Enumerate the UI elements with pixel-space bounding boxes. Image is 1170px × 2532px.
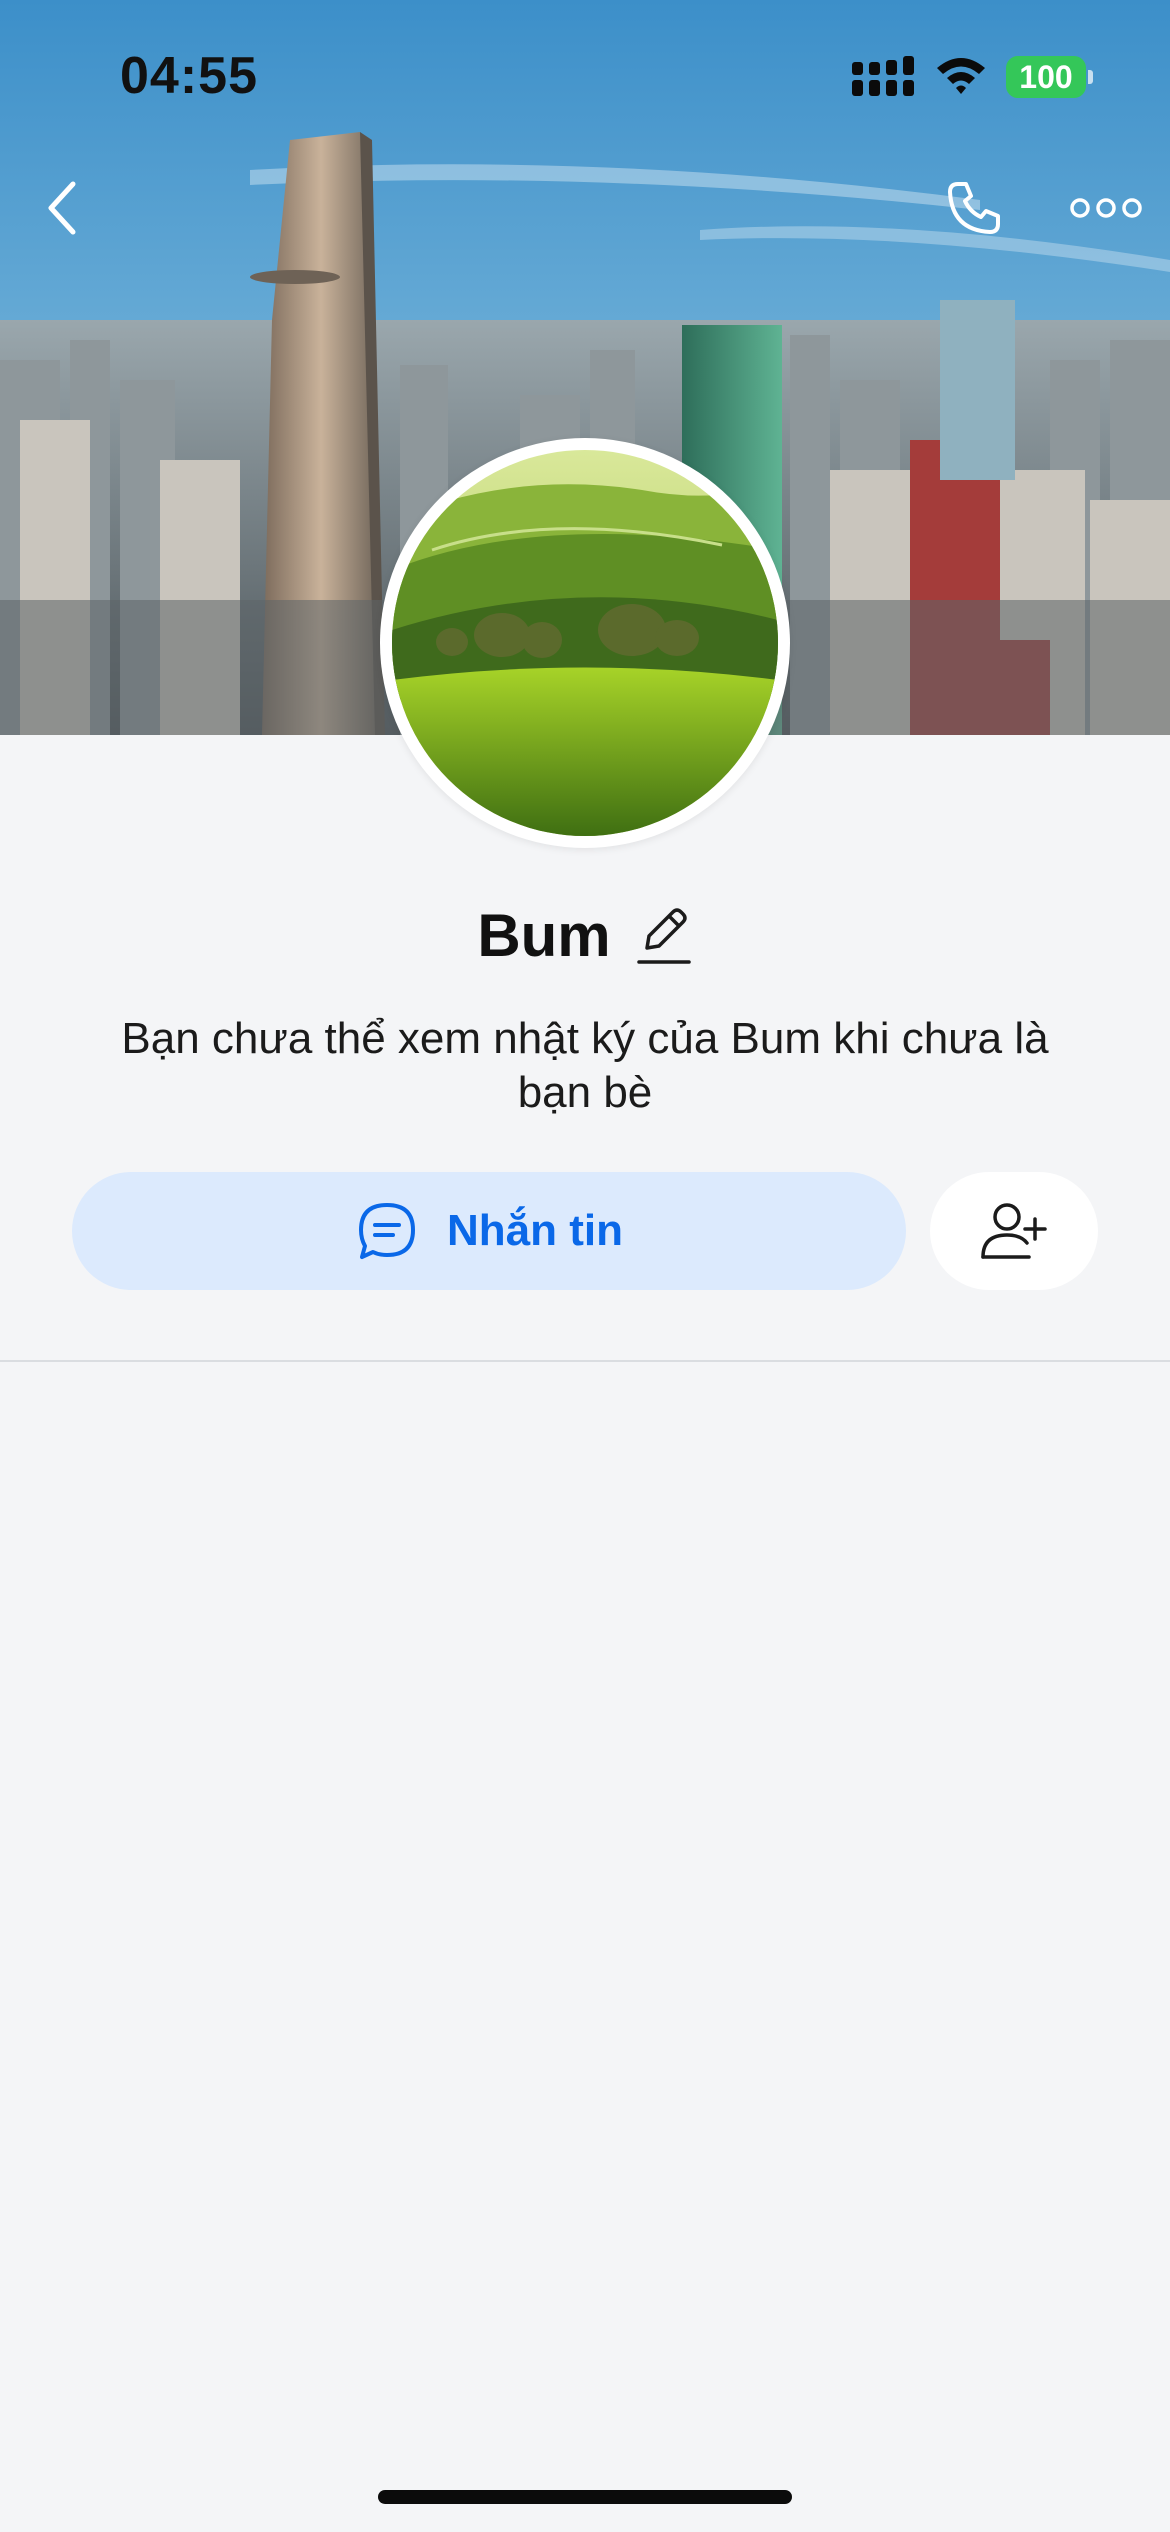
status-bar: 04:55 100 xyxy=(0,0,1170,150)
home-indicator[interactable] xyxy=(378,2490,792,2504)
cellular-signal-icon xyxy=(852,56,914,96)
message-label: Nhắn tin xyxy=(447,1206,623,1255)
battery-badge: 100 xyxy=(1006,56,1086,98)
chat-bubble-icon xyxy=(359,1203,415,1259)
wifi-icon xyxy=(937,58,985,94)
chevron-left-icon xyxy=(48,181,76,235)
add-user-icon xyxy=(981,1203,1047,1259)
call-button[interactable] xyxy=(936,170,1012,246)
status-time: 04:55 xyxy=(120,47,258,105)
back-button[interactable] xyxy=(28,170,98,246)
avatar[interactable] xyxy=(380,438,790,848)
edit-name-button[interactable] xyxy=(633,902,693,968)
battery-nub xyxy=(1088,70,1093,84)
add-friend-button[interactable] xyxy=(930,1172,1098,1290)
name-row: Bum xyxy=(0,895,1170,975)
privacy-notice: Bạn chưa thể xem nhật ký của Bum khi chư… xyxy=(121,1014,1049,1117)
more-horizontal-icon xyxy=(1070,198,1142,218)
profile-name: Bum xyxy=(477,901,611,969)
phone-icon xyxy=(948,182,1000,234)
message-button[interactable]: Nhắn tin xyxy=(72,1172,906,1290)
avatar-image xyxy=(392,450,778,836)
section-divider xyxy=(0,1360,1170,1362)
more-button[interactable] xyxy=(1066,170,1146,246)
pencil-icon xyxy=(636,908,691,964)
